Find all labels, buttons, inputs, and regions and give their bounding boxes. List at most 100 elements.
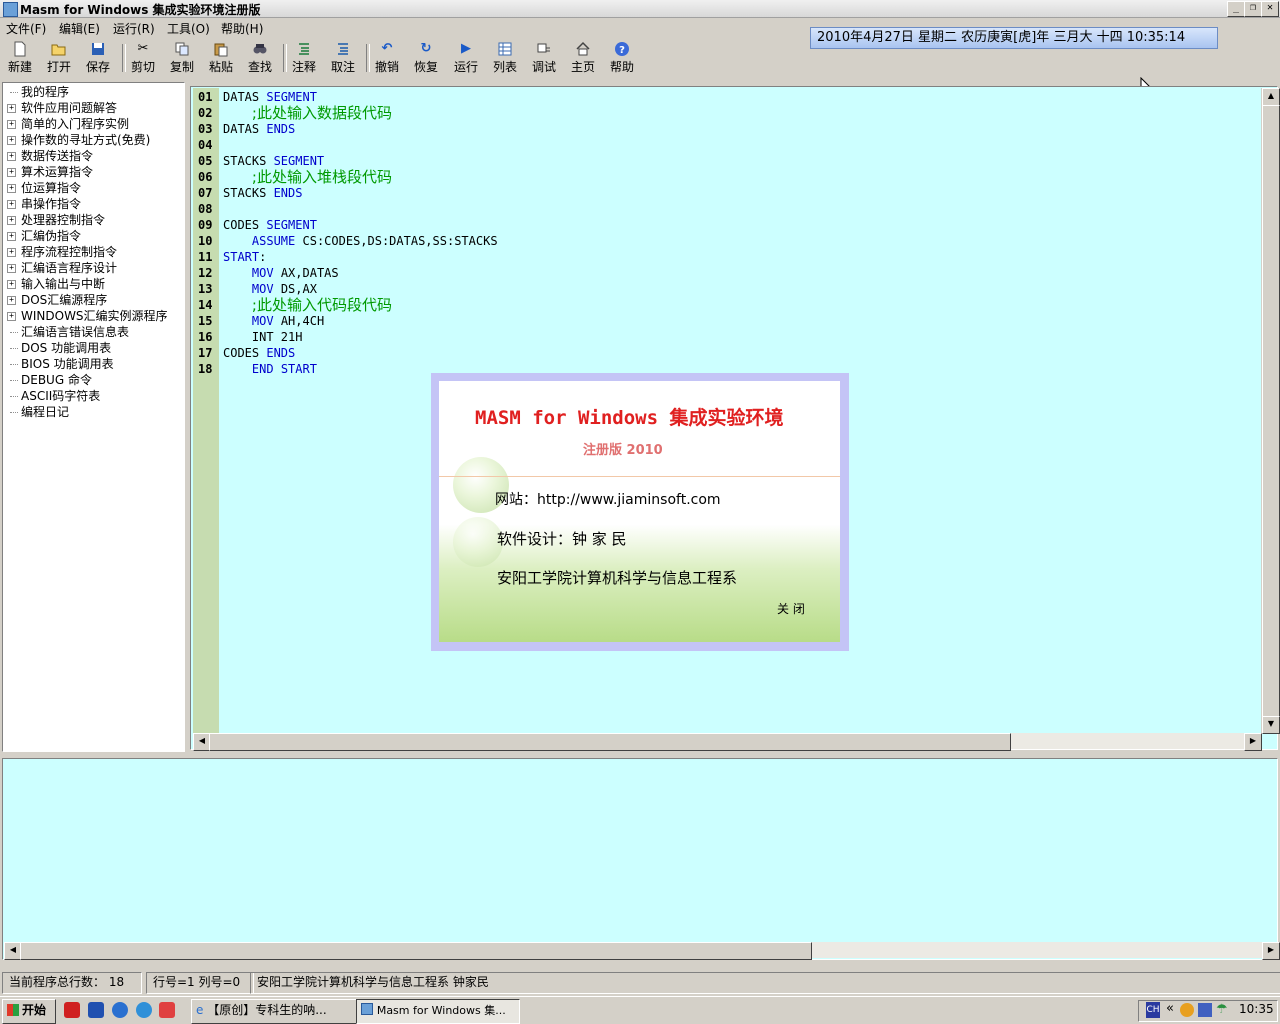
tray-expand-icon[interactable]: « (1166, 1001, 1174, 1016)
expand-icon[interactable]: + (7, 216, 16, 225)
menu-run[interactable]: 运行(R) (113, 20, 155, 37)
taskbar-task-masm[interactable]: Masm for Windows 集... (356, 999, 520, 1024)
quick-launch-tool-icon[interactable] (159, 1002, 175, 1018)
code-line[interactable]: STACKS SEGMENT (223, 153, 324, 169)
quick-launch-browser-icon[interactable] (112, 1002, 128, 1018)
quick-launch-save-icon[interactable] (88, 1002, 104, 1018)
quick-launch-app-icon[interactable] (64, 1002, 80, 1018)
tree-item-label: 算术运算指令 (21, 165, 94, 179)
expand-icon[interactable]: + (7, 184, 16, 193)
new-file-icon (12, 41, 28, 57)
menu-edit[interactable]: 编辑(E) (59, 20, 100, 37)
qq-tray-icon[interactable] (1180, 1003, 1194, 1017)
expand-icon[interactable]: + (7, 280, 16, 289)
expand-icon[interactable]: + (7, 312, 16, 321)
line-number: 06 (198, 170, 213, 184)
toolbar-list-button[interactable]: 列表 (487, 40, 523, 76)
splash-organization: 安阳工学院计算机科学与信息工程系 (497, 569, 738, 587)
tree-item-label: DOS 功能调用表 (21, 341, 112, 355)
code-line[interactable]: INT 21H (223, 329, 303, 345)
expand-icon[interactable]: + (7, 296, 16, 305)
code-line[interactable]: DATAS ENDS (223, 121, 295, 137)
toolbar-paste-button[interactable]: 粘贴 (203, 40, 239, 76)
code-line[interactable]: MOV DS,AX (223, 281, 317, 297)
toolbar-run-button[interactable]: ▶ 运行 (448, 40, 484, 76)
toolbar-home-button[interactable]: 主页 (565, 40, 601, 76)
toolbar-cut-button[interactable]: ✂ 剪切 (125, 40, 161, 76)
scroll-up-button[interactable]: ▲ (1262, 88, 1280, 106)
code-comment: ;此处输入数据段代码 (251, 104, 392, 122)
taskbar-task-browser[interactable]: e 【原创】专科生的呐... (191, 999, 357, 1024)
toolbar-save-button[interactable]: 保存 (80, 40, 116, 76)
toolbar-new-button[interactable]: 新建 (2, 40, 38, 76)
output-horizontal-scrollbar[interactable]: ◀ ▶ (4, 942, 1280, 960)
code-line[interactable]: END START (223, 361, 317, 377)
editor-vertical-scrollbar[interactable]: ▲ ▼ (1261, 88, 1280, 734)
scroll-down-button[interactable]: ▼ (1262, 716, 1280, 734)
code-line[interactable]: STACKS ENDS (223, 185, 302, 201)
program-tree[interactable]: 我的程序 + 软件应用问题解答 + 简单的入门程序实例 + 操作数的寻址方式(免费) + 数据传… (2, 82, 185, 752)
menu-help[interactable]: 帮助(H) (221, 20, 263, 37)
splash-close-button[interactable]: 关 闭 (777, 600, 805, 617)
umbrella-tray-icon[interactable]: ☂ (1216, 1002, 1228, 1017)
expand-icon[interactable]: + (7, 264, 16, 273)
quick-launch-ie-icon[interactable] (136, 1002, 152, 1018)
restore-button[interactable]: ❐ (1244, 1, 1262, 17)
tree-item-label: 数据传送指令 (21, 149, 94, 163)
menu-tools[interactable]: 工具(O) (167, 20, 210, 37)
code-keyword: ENDS (273, 186, 303, 200)
code-line[interactable]: CODES SEGMENT (223, 217, 317, 233)
scroll-right-button[interactable]: ▶ (1262, 942, 1280, 960)
title-bar: Masm for Windows 集成实验环境注册版 _ ❐ ✕ (0, 0, 1280, 18)
line-number: 18 (198, 362, 213, 376)
code-text: : (259, 250, 267, 264)
expand-icon[interactable]: + (7, 200, 16, 209)
open-folder-icon (51, 41, 67, 57)
code-comment: ;此处输入代码段代码 (251, 296, 392, 314)
code-line[interactable]: CODES ENDS (223, 345, 295, 361)
toolbar-comment-button[interactable]: 注释 (286, 40, 322, 76)
expand-icon[interactable]: + (7, 104, 16, 113)
code-text: DATAS (223, 122, 267, 136)
toolbar-find-button[interactable]: 查找 (242, 40, 278, 76)
network-tray-icon[interactable] (1198, 1003, 1212, 1017)
toolbar-debug-button[interactable]: 调试 (526, 40, 562, 76)
scroll-right-button[interactable]: ▶ (1244, 733, 1262, 751)
expand-icon[interactable]: + (7, 248, 16, 257)
expand-icon[interactable]: + (7, 232, 16, 241)
toolbar-redo-button[interactable]: ↻ 恢复 (408, 40, 444, 76)
code-line[interactable]: MOV AX,DATAS (223, 265, 339, 281)
expand-icon[interactable]: + (7, 136, 16, 145)
start-button[interactable]: 开始 (2, 999, 56, 1024)
code-line[interactable]: ;此处输入堆栈段代码 (223, 169, 392, 186)
output-panel[interactable] (2, 758, 1278, 960)
scroll-thumb[interactable] (1262, 105, 1280, 719)
expand-icon[interactable]: + (7, 152, 16, 161)
menu-file[interactable]: 文件(F) (6, 20, 46, 37)
toolbar-copy-button[interactable]: 复制 (164, 40, 200, 76)
code-keyword: MOV (251, 282, 274, 296)
minimize-button[interactable]: _ (1227, 1, 1245, 17)
ime-indicator[interactable]: CH (1146, 1002, 1160, 1018)
expand-icon[interactable]: + (7, 168, 16, 177)
toolbar-open-button[interactable]: 打开 (41, 40, 77, 76)
line-number: 08 (198, 202, 213, 216)
code-line[interactable]: ;此处输入数据段代码 (223, 105, 392, 122)
code-line[interactable]: MOV AH,4CH (223, 313, 324, 329)
code-keyword: START (223, 250, 260, 264)
toolbar-undo-button[interactable]: ↶ 撤销 (369, 40, 405, 76)
line-number: 02 (198, 106, 213, 120)
code-line[interactable]: ASSUME CS:CODES,DS:DATAS,SS:STACKS (223, 233, 498, 249)
toolbar-help-button[interactable]: ? 帮助 (604, 40, 640, 76)
editor-horizontal-scrollbar[interactable]: ◀ ▶ (193, 733, 1262, 751)
scroll-thumb[interactable] (20, 942, 812, 960)
code-line[interactable]: START: (223, 249, 266, 265)
expand-icon[interactable]: + (7, 120, 16, 129)
code-line[interactable]: ;此处输入代码段代码 (223, 297, 392, 314)
code-line[interactable]: DATAS SEGMENT (223, 89, 317, 105)
cut-icon: ✂ (137, 41, 149, 56)
code-text: CS:CODES,DS:DATAS,SS:STACKS (295, 234, 498, 248)
toolbar-uncomment-button[interactable]: 取注 (325, 40, 361, 76)
close-button[interactable]: ✕ (1261, 1, 1279, 17)
scroll-thumb[interactable] (209, 733, 1011, 751)
